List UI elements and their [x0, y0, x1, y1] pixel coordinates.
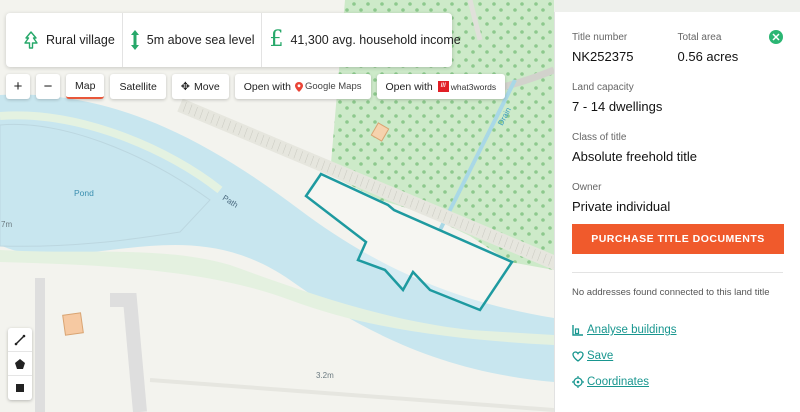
open-w3w-label: Open with	[385, 80, 433, 93]
stat-elevation-text: 5m above sea level	[146, 33, 255, 47]
title-number-label: Title number	[572, 32, 628, 43]
total-area-field: Total area 0.56 acres	[678, 32, 784, 64]
move-icon: ✥	[180, 81, 191, 93]
draw-tools	[8, 328, 32, 400]
title-number-field: Title number NK252375	[572, 32, 678, 64]
total-area-label: Total area	[677, 32, 722, 43]
stat-settlement-text: Rural village	[46, 33, 115, 47]
tree-icon	[23, 31, 39, 49]
analyse-buildings-link[interactable]: Analyse buildings	[572, 324, 783, 336]
title-details-panel: Title number NK252375 Total area 0.56 ac…	[554, 12, 800, 412]
map-view-button[interactable]: Map	[66, 74, 105, 99]
satellite-view-button[interactable]: Satellite	[110, 74, 166, 99]
total-area-value: 0.56 acres	[677, 49, 739, 64]
move-label: Move	[194, 80, 220, 93]
land-capacity-field: Land capacity 7 - 14 dwellings	[572, 82, 783, 114]
zoom-out-button[interactable]: −	[36, 74, 60, 99]
purchase-title-documents-button[interactable]: PURCHASE TITLE DOCUMENTS	[572, 224, 784, 254]
move-button[interactable]: ✥ Move	[171, 74, 229, 99]
google-maps-text: Google Maps	[304, 81, 362, 92]
google-maps-logo: Google Maps	[294, 81, 362, 92]
map-toolbar: + − Map Satellite ✥ Move Open with Googl…	[6, 74, 506, 99]
save-link[interactable]: Save	[572, 350, 783, 362]
class-of-title-field: Class of title Absolute freehold title	[572, 132, 783, 164]
draw-polygon-tool[interactable]	[8, 352, 32, 376]
stat-settlement: Rural village	[16, 13, 122, 67]
line-icon	[14, 334, 26, 345]
open-what3words-button[interactable]: Open with ///what3words	[376, 74, 506, 99]
area-stats-bar: Rural village 5m above sea level £ 41,30…	[6, 13, 461, 67]
open-google-label: Open with	[243, 80, 291, 93]
land-capacity-value: 7 - 14 dwellings	[572, 99, 663, 114]
owner-value: Private individual	[572, 199, 671, 214]
land-capacity-label: Land capacity	[572, 82, 634, 93]
save-label: Save	[587, 350, 614, 362]
heart-icon	[572, 350, 584, 362]
coordinates-link[interactable]: Coordinates	[572, 376, 783, 388]
pond-label: Pond	[74, 188, 94, 198]
polygon-icon	[15, 358, 25, 369]
draw-rectangle-tool[interactable]	[8, 376, 32, 400]
scale-label-bottom: 3.2m	[316, 371, 334, 380]
zoom-in-button[interactable]: +	[6, 74, 30, 99]
owner-label: Owner	[572, 182, 602, 193]
stat-elevation: 5m above sea level	[121, 13, 262, 67]
w3w-text: what3words	[450, 81, 497, 92]
open-google-maps-button[interactable]: Open with Google Maps	[234, 74, 371, 99]
close-panel-button[interactable]	[769, 30, 783, 44]
what3words-logo: ///what3words	[437, 81, 497, 92]
coordinates-label: Coordinates	[587, 376, 650, 388]
stat-income-text: 41,300 avg. household income	[290, 33, 461, 47]
crosshair-icon	[572, 376, 584, 388]
google-pin-icon	[294, 81, 303, 92]
owner-field: Owner Private individual	[572, 182, 783, 214]
buildings-icon	[572, 324, 584, 336]
class-of-title-label: Class of title	[572, 132, 627, 143]
pound-icon: £	[269, 27, 284, 52]
square-icon	[16, 384, 24, 392]
class-of-title-value: Absolute freehold title	[572, 149, 698, 164]
scale-label-left: 7m	[1, 220, 13, 229]
map-view[interactable]: Pond Path Drain 7m 3.2m Rural village 5m…	[0, 0, 554, 412]
stat-income: £ 41,300 avg. household income	[261, 13, 467, 67]
analyse-buildings-label: Analyse buildings	[587, 324, 677, 336]
draw-line-tool[interactable]	[8, 328, 32, 352]
no-addresses-note: No addresses found connected to this lan…	[572, 287, 770, 298]
close-icon	[772, 33, 780, 41]
w3w-icon: ///	[437, 81, 449, 92]
divider	[572, 272, 783, 273]
title-number-value: NK252375	[572, 49, 634, 64]
elevation-icon	[130, 29, 140, 51]
